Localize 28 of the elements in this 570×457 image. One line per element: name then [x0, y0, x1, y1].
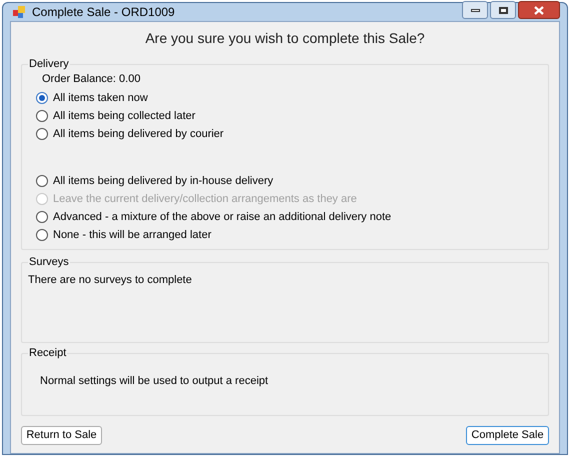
close-icon [534, 6, 544, 14]
group-title: Receipt [28, 346, 68, 360]
balance-label: Order Balance: 0.00 [42, 72, 142, 87]
radio-button[interactable] [36, 175, 48, 187]
dialog-button[interactable]: Complete Sale [466, 426, 549, 445]
option-label: All items being delivered by courier [53, 126, 224, 142]
surveys-message: There are no surveys to complete [28, 274, 192, 286]
option-label: Advanced - a mixture of the above or raise an additional delivery note [53, 210, 392, 225]
dialog-heading: Are you sure you wish to complete this Sale? [144, 29, 426, 48]
option-label: All items being collected later [53, 108, 196, 124]
dialog-button[interactable]: Return to Sale [21, 426, 102, 445]
radio-button[interactable] [36, 229, 48, 241]
option-label: None - this will be arranged later [53, 228, 212, 243]
app-icon [12, 5, 26, 19]
close-button[interactable] [518, 1, 560, 19]
minimize-button[interactable] [462, 1, 488, 19]
option-label: All items taken now [53, 90, 148, 106]
option-label: Leave the current delivery/collection arrangements as they are [53, 192, 357, 207]
radio-button[interactable] [36, 110, 48, 122]
group-title: Surveys [28, 255, 70, 269]
option-label: All items being delivered by in-house delivery [53, 174, 274, 189]
window-title: Complete Sale - ORD1009 [32, 4, 175, 21]
radio-button[interactable] [36, 128, 48, 140]
group-title: Delivery [28, 57, 70, 71]
maximize-button[interactable] [490, 1, 516, 19]
radio-button[interactable] [36, 211, 48, 223]
radio-button[interactable] [36, 92, 48, 104]
receipt-message: Normal settings will be used to output a receipt [40, 375, 268, 387]
